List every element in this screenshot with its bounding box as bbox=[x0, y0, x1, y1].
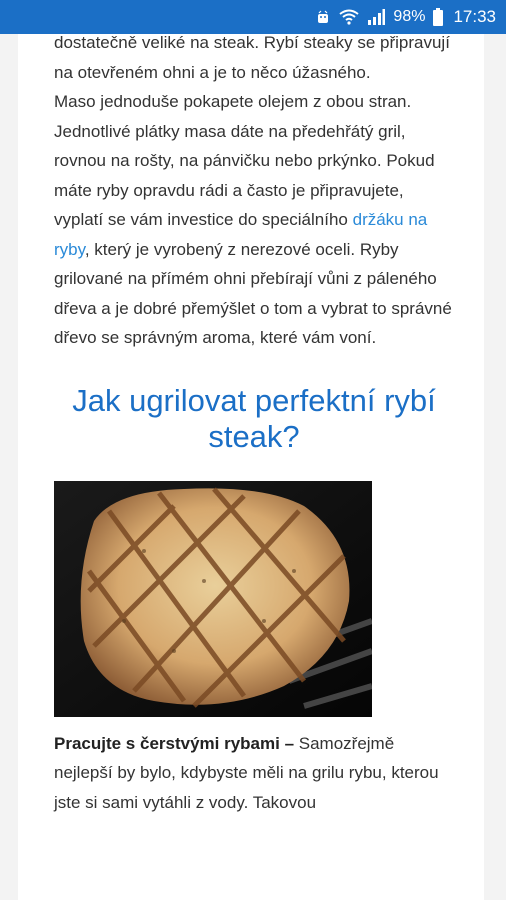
wifi-icon bbox=[339, 7, 360, 27]
grilled-fish-steak-image bbox=[54, 480, 372, 717]
battery-percent: 98% bbox=[393, 8, 426, 25]
signal-icon bbox=[367, 7, 386, 27]
battery-icon bbox=[433, 7, 444, 27]
paragraph-preparation: Maso jednoduše pokapete olejem z obou st… bbox=[54, 87, 454, 353]
status-bar: 98% 17:33 bbox=[0, 0, 506, 34]
android-icon bbox=[315, 7, 331, 27]
paragraph-text: Maso jednoduše pokapete olejem z obou st… bbox=[54, 92, 435, 229]
paragraph-fresh-fish: Pracujte s čerstvými rybami – Samozřejmě… bbox=[54, 729, 454, 818]
article-content: dostatečně veliké na steak. Rybí steaky … bbox=[18, 34, 484, 817]
section-heading: Jak ugrilovat perfektní rybí steak? bbox=[72, 382, 436, 454]
paragraph-fish-steak: dostatečně veliké na steak. Rybí steaky … bbox=[54, 34, 450, 82]
paragraph-text: , který je vyrobený z nerezové oceli. Ry… bbox=[54, 239, 452, 348]
article-page[interactable]: dostatečně veliké na steak. Rybí steaky … bbox=[18, 34, 484, 900]
clock: 17:33 bbox=[453, 7, 496, 26]
bold-lead: Pracujte s čerstvými rybami – bbox=[54, 733, 295, 753]
